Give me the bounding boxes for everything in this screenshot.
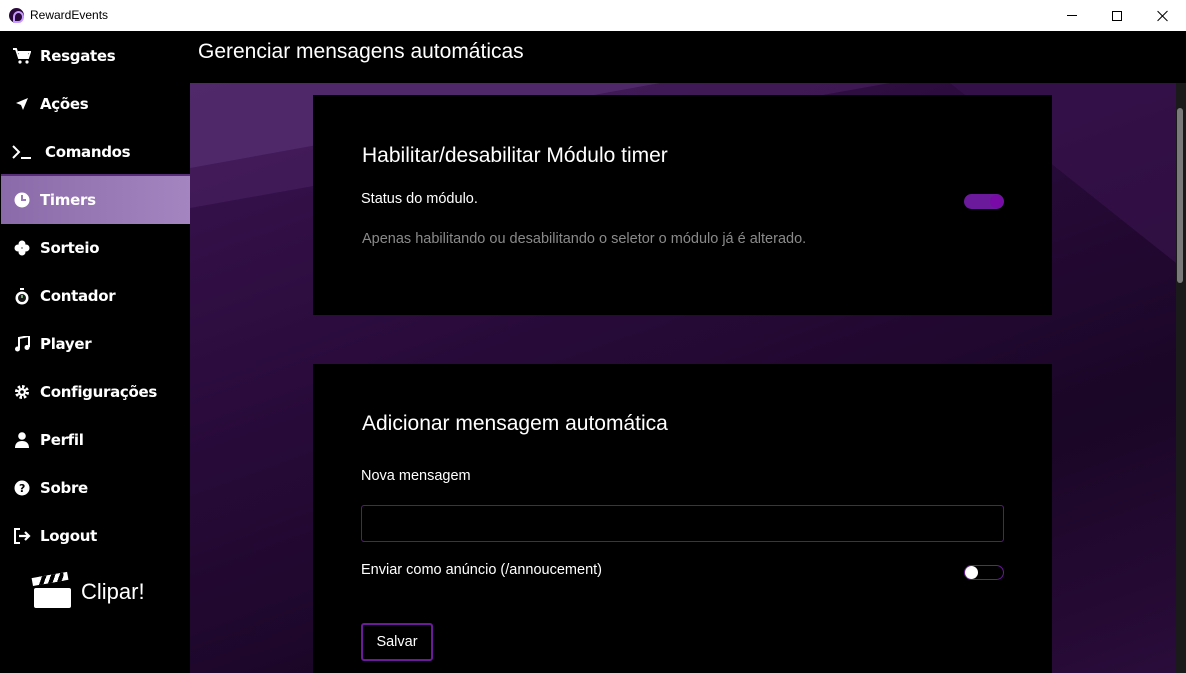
sidebar-item-label: Contador — [40, 287, 116, 305]
add-card-title: Adicionar mensagem automática — [362, 412, 668, 435]
vertical-scrollbar[interactable] — [1176, 83, 1186, 673]
add-message-card: Adicionar mensagem automática Nova mensa… — [313, 364, 1052, 673]
sidebar-item-timers[interactable]: Timers — [1, 174, 190, 224]
new-message-label: Nova mensagem — [361, 468, 471, 484]
module-card-title: Habilitar/desabilitar Módulo timer — [362, 144, 668, 167]
sidebar-item-label: Timers — [40, 191, 96, 209]
terminal-icon — [12, 142, 32, 162]
sidebar-item-resgates[interactable]: Resgates — [1, 32, 190, 80]
clip-label: Clipar! — [81, 579, 145, 604]
sidebar-item-label: Player — [40, 335, 92, 353]
app-logo-icon — [9, 8, 24, 23]
sidebar-item-sorteio[interactable]: Sorteio — [1, 224, 190, 272]
sidebar-item-label: Sobre — [40, 479, 88, 497]
page-title: Gerenciar mensagens automáticas — [198, 40, 524, 63]
cart-icon — [12, 46, 32, 66]
sidebar-item-label: Comandos — [45, 143, 131, 161]
save-button[interactable]: Salvar — [361, 623, 433, 661]
sidebar-item-label: Logout — [40, 527, 97, 545]
clip-button[interactable]: Clipar! — [31, 571, 145, 608]
minimize-button[interactable] — [1049, 0, 1095, 31]
stopwatch-icon — [12, 286, 32, 306]
send-arrow-icon — [12, 94, 32, 114]
page-header: Gerenciar mensagens automáticas — [190, 31, 1186, 83]
content-area: Habilitar/desabilitar Módulo timer Statu… — [190, 83, 1176, 673]
sidebar-item-configuracoes[interactable]: Configurações — [1, 368, 190, 416]
toggle-knob — [965, 566, 978, 579]
sidebar-item-player[interactable]: Player — [1, 320, 190, 368]
sidebar-item-perfil[interactable]: Perfil — [1, 416, 190, 464]
window-title: RewardEvents — [30, 8, 109, 22]
announce-label: Enviar como anúncio (/annoucement) — [361, 562, 602, 578]
user-icon — [12, 430, 32, 450]
announce-toggle[interactable] — [964, 565, 1004, 580]
sidebar: Resgates Ações Comandos Timers Sorteio C… — [0, 31, 190, 673]
sidebar-item-sobre[interactable]: ? Sobre — [1, 464, 190, 512]
logout-icon — [12, 526, 32, 546]
maximize-button[interactable] — [1094, 0, 1140, 31]
maximize-icon — [1112, 10, 1122, 21]
sidebar-item-label: Resgates — [40, 47, 116, 65]
minimize-icon — [1067, 15, 1077, 16]
clover-icon — [12, 238, 32, 258]
sidebar-item-label: Ações — [40, 95, 89, 113]
module-status-hint: Apenas habilitando ou desabilitando o se… — [362, 231, 807, 247]
new-message-input[interactable] — [361, 505, 1004, 542]
sidebar-item-comandos[interactable]: Comandos — [1, 128, 190, 176]
question-circle-icon: ? — [12, 478, 32, 498]
module-status-toggle[interactable] — [964, 194, 1004, 209]
sidebar-item-label: Perfil — [40, 431, 84, 449]
svg-text:?: ? — [19, 482, 25, 495]
close-icon — [1157, 10, 1169, 22]
music-note-icon — [12, 334, 32, 354]
scrollbar-thumb[interactable] — [1177, 108, 1183, 283]
clock-icon — [12, 190, 32, 210]
toggle-knob — [990, 195, 1003, 208]
sidebar-item-acoes[interactable]: Ações — [1, 80, 190, 128]
sidebar-item-logout[interactable]: Logout — [1, 512, 190, 560]
sidebar-item-contador[interactable]: Contador — [1, 272, 190, 320]
window-titlebar: RewardEvents — [0, 0, 1186, 31]
module-status-label: Status do módulo. — [361, 191, 478, 207]
close-button[interactable] — [1140, 0, 1186, 31]
gear-icon — [12, 382, 32, 402]
sidebar-item-label: Configurações — [40, 383, 157, 401]
sidebar-item-label: Sorteio — [40, 239, 100, 257]
module-status-card: Habilitar/desabilitar Módulo timer Statu… — [313, 95, 1052, 315]
clapperboard-icon — [31, 571, 71, 608]
